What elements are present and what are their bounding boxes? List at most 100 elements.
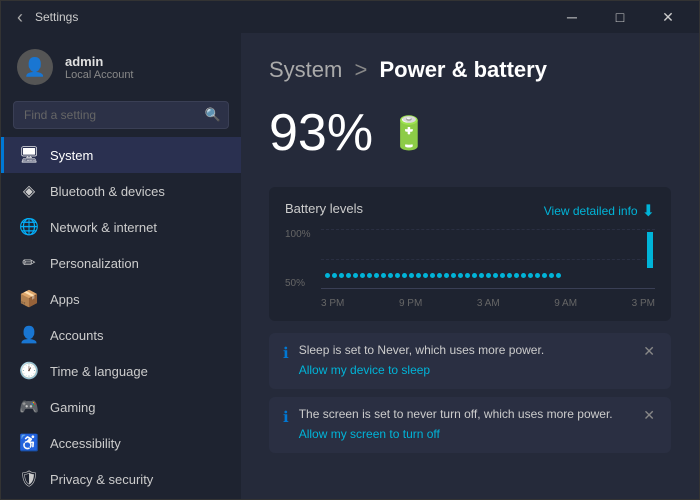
search-box: 🔍 (13, 101, 229, 129)
chart-dot (479, 273, 484, 278)
sidebar-item-network[interactable]: 🌐 Network & internet (1, 209, 241, 245)
sidebar-item-accessibility[interactable]: ♿ Accessibility (1, 425, 241, 461)
chart-area: 100% 50% (285, 229, 655, 309)
sidebar-item-label: System (50, 148, 93, 163)
page-title: System > Power & battery (269, 57, 671, 83)
chart-dot (444, 273, 449, 278)
chart-bar (647, 232, 653, 268)
chart-dot (521, 273, 526, 278)
user-section: 👤 admin Local Account (1, 33, 241, 97)
chart-dot (528, 273, 533, 278)
chart-y-50: 50% (285, 278, 311, 289)
time-label-1: 9 PM (399, 298, 422, 309)
screen-banner-info-icon: ℹ (283, 408, 289, 426)
sidebar-item-label: Privacy & security (50, 472, 153, 487)
sleep-allow-link[interactable]: Allow my device to sleep (299, 363, 430, 377)
chart-x-labels: 3 PM 9 PM 3 AM 9 AM 3 PM (321, 298, 655, 309)
chart-dot (437, 273, 442, 278)
main-content: System > Power & battery 93% 🔋 Battery l… (241, 33, 699, 499)
chart-dot (395, 273, 400, 278)
sidebar-nav: 🖥 System ◈ Bluetooth & devices 🌐 Network… (1, 137, 241, 499)
sidebar-item-privacy[interactable]: 🛡 Privacy & security (1, 461, 241, 497)
close-button[interactable]: ✕ (645, 1, 691, 33)
chart-dots (321, 273, 655, 278)
screen-banner-text: The screen is set to never turn off, whi… (299, 407, 632, 421)
chart-dot (458, 273, 463, 278)
chart-dot (507, 273, 512, 278)
sidebar-item-system[interactable]: 🖥 System (1, 137, 241, 173)
chart-plot (321, 229, 655, 289)
sidebar-item-bluetooth[interactable]: ◈ Bluetooth & devices (1, 173, 241, 209)
chart-dot (430, 273, 435, 278)
screen-allow-link[interactable]: Allow my screen to turn off (299, 427, 440, 441)
battery-percent: 93% (269, 103, 373, 163)
bluetooth-icon: ◈ (20, 182, 38, 200)
privacy-icon: 🛡 (20, 470, 38, 488)
sidebar-item-label: Network & internet (50, 220, 157, 235)
gaming-icon: 🎮 (20, 398, 38, 416)
sidebar-item-label: Time & language (50, 364, 148, 379)
battery-section: 93% 🔋 (269, 103, 671, 163)
sleep-banner-close[interactable]: ✕ (641, 343, 657, 360)
content: 👤 admin Local Account 🔍 🖥 System ◈ B (1, 33, 699, 499)
sleep-banner-info-icon: ℹ (283, 344, 289, 362)
chart-dot (409, 273, 414, 278)
breadcrumb-system: System (269, 57, 342, 82)
battery-chart: Battery levels View detailed info ⬇ 100%… (269, 187, 671, 321)
sidebar-item-apps[interactable]: 📦 Apps (1, 281, 241, 317)
titlebar-left: ‹ Settings (13, 5, 78, 30)
sleep-banner-text: Sleep is set to Never, which uses more p… (299, 343, 632, 357)
chart-dot (451, 273, 456, 278)
apps-icon: 📦 (20, 290, 38, 308)
time-label-2: 3 AM (477, 298, 500, 309)
chart-dot (381, 273, 386, 278)
window: ‹ Settings ─ □ ✕ 👤 admin Local Account 🔍 (0, 0, 700, 500)
sidebar-item-label: Gaming (50, 400, 96, 415)
view-detailed-link[interactable]: View detailed info ⬇ (544, 201, 655, 221)
time-label-0: 3 PM (321, 298, 344, 309)
chart-y-labels: 100% 50% (285, 229, 311, 289)
chart-bar-container (357, 229, 655, 268)
chart-dot (339, 273, 344, 278)
chart-dot (535, 273, 540, 278)
titlebar: ‹ Settings ─ □ ✕ (1, 1, 699, 33)
chart-dot (486, 273, 491, 278)
maximize-button[interactable]: □ (597, 1, 643, 33)
user-sub: Local Account (65, 69, 134, 81)
sleep-banner: ℹ Sleep is set to Never, which uses more… (269, 333, 671, 389)
sidebar-item-label: Accessibility (50, 436, 121, 451)
chart-y-100: 100% (285, 229, 311, 240)
sidebar-item-accounts[interactable]: 👤 Accounts (1, 317, 241, 353)
search-input[interactable] (13, 101, 229, 129)
chart-dot (549, 273, 554, 278)
sidebar-item-label: Accounts (50, 328, 103, 343)
time-label-4: 3 PM (632, 298, 655, 309)
chart-dot (388, 273, 393, 278)
sidebar-item-label: Personalization (50, 256, 139, 271)
screen-banner-close[interactable]: ✕ (641, 407, 657, 424)
system-icon: 🖥 (20, 146, 38, 164)
sidebar-item-personalization[interactable]: ✏ Personalization (1, 245, 241, 281)
time-label-3: 9 AM (554, 298, 577, 309)
sidebar-item-gaming[interactable]: 🎮 Gaming (1, 389, 241, 425)
sidebar-item-update[interactable]: 🔄 Windows Update (1, 497, 241, 499)
chart-dot (472, 273, 477, 278)
chart-header: Battery levels View detailed info ⬇ (285, 201, 655, 221)
chart-dot (500, 273, 505, 278)
user-name: admin (65, 54, 134, 69)
back-button[interactable]: ‹ (13, 5, 27, 30)
sidebar-item-label: Bluetooth & devices (50, 184, 165, 199)
chart-dot (514, 273, 519, 278)
chart-title: Battery levels (285, 201, 363, 216)
breadcrumb-sep: > (354, 57, 367, 82)
accessibility-icon: ♿ (20, 434, 38, 452)
chart-dot (332, 273, 337, 278)
chart-dot (423, 273, 428, 278)
titlebar-controls: ─ □ ✕ (549, 1, 691, 33)
breadcrumb-page: Power & battery (379, 57, 547, 82)
sidebar-item-time[interactable]: 🕐 Time & language (1, 353, 241, 389)
sidebar: 👤 admin Local Account 🔍 🖥 System ◈ B (1, 33, 241, 499)
minimize-button[interactable]: ─ (549, 1, 595, 33)
titlebar-title: Settings (35, 10, 78, 24)
screen-banner: ℹ The screen is set to never turn off, w… (269, 397, 671, 453)
